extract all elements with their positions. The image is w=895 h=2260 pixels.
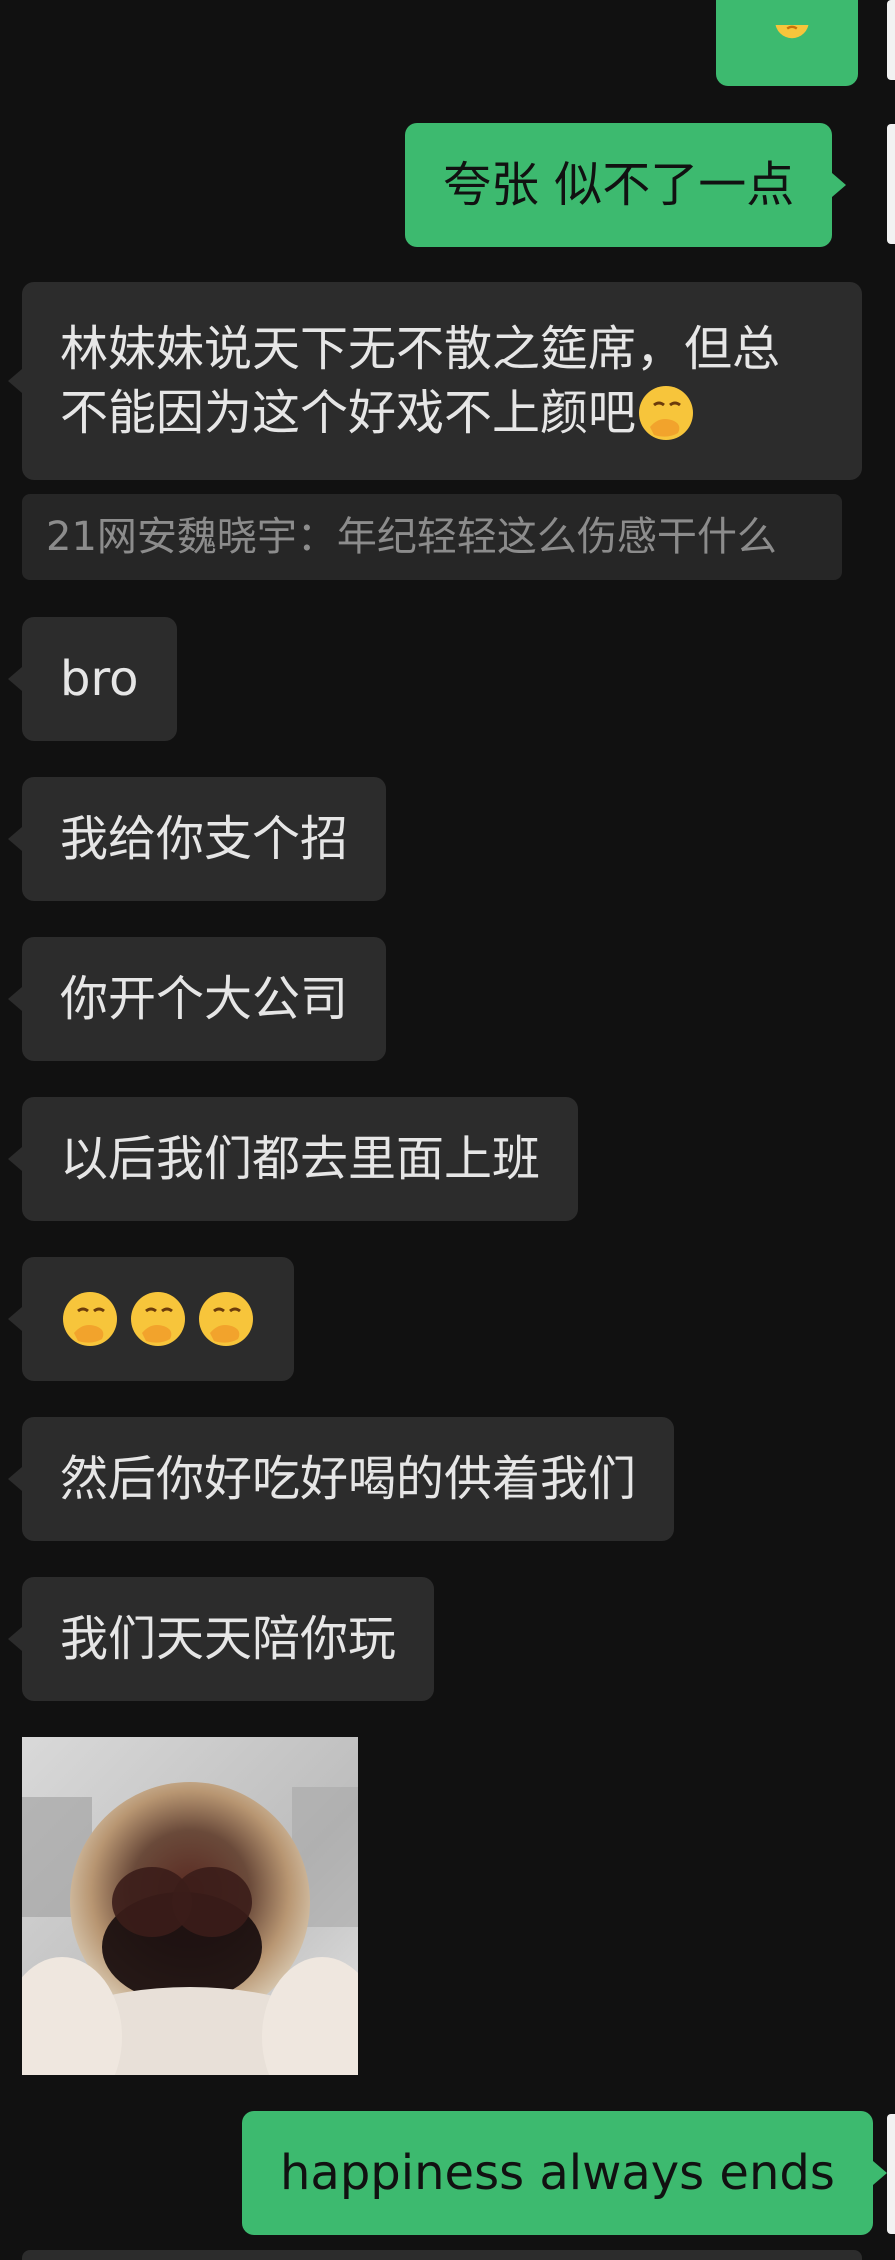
chat-window: 夸张 似不了一点 林妹妹说天下无不散之筵席，但总 不能因为这个好戏不上颜吧 21… bbox=[0, 0, 895, 2260]
message-incoming[interactable]: 然后你好吃好喝的供着我们 bbox=[8, 1417, 675, 1541]
bubble-tail bbox=[8, 667, 22, 691]
bubble-tail bbox=[8, 1467, 22, 1491]
face-with-hand-over-mouth-emoji-icon bbox=[63, 1292, 117, 1346]
monkey-sticker-image bbox=[22, 1737, 358, 2075]
bubble-tail bbox=[832, 173, 847, 197]
message-incoming[interactable]: 你开个大公司 bbox=[8, 937, 387, 1061]
message-incoming-emojis[interactable] bbox=[8, 1257, 294, 1381]
message-text: happiness always ends bbox=[280, 2145, 835, 2201]
message-incoming[interactable]: bro bbox=[8, 617, 177, 741]
message-text-line-2: 不能因为这个好戏不上颜吧 bbox=[60, 385, 637, 441]
message-partial-bottom bbox=[22, 2250, 862, 2260]
bubble-tail bbox=[8, 1147, 22, 1171]
message-text: 以后我们都去里面上班 bbox=[60, 1131, 541, 1187]
face-with-hand-over-mouth-emoji-icon bbox=[131, 1292, 185, 1346]
bubble-tail bbox=[8, 1307, 22, 1331]
bubble-tail bbox=[8, 987, 22, 1011]
bubble-tail bbox=[8, 369, 22, 393]
avatar-edge[interactable] bbox=[887, 124, 895, 244]
message-incoming[interactable]: 我给你支个招 bbox=[8, 777, 387, 901]
sticker-image[interactable] bbox=[22, 1737, 358, 2075]
quoted-message[interactable]: 21网安魏晓宇：年纪轻轻这么伤感干什么 bbox=[22, 494, 842, 580]
message-text: 我们天天陪你玩 bbox=[60, 1611, 397, 1667]
message-partial-top[interactable] bbox=[716, 0, 858, 86]
message-incoming[interactable]: 林妹妹说天下无不散之筵席，但总 不能因为这个好戏不上颜吧 bbox=[8, 282, 862, 480]
message-text: 夸张 似不了一点 bbox=[443, 157, 795, 213]
message-text: bro bbox=[60, 651, 139, 707]
bubble-tail bbox=[8, 1627, 22, 1651]
message-text: 然后你好吃好喝的供着我们 bbox=[60, 1451, 637, 1507]
avatar-edge[interactable] bbox=[887, 2114, 895, 2234]
avatar-edge[interactable] bbox=[887, 0, 895, 80]
message-incoming[interactable]: 我们天天陪你玩 bbox=[8, 1577, 435, 1701]
message-text-line-1: 林妹妹说天下无不散之筵席，但总 bbox=[60, 321, 781, 377]
message-text-line-2-row: 不能因为这个好戏不上颜吧 bbox=[60, 381, 696, 445]
emoji-icon bbox=[775, 25, 809, 39]
face-with-hand-over-mouth-emoji-icon bbox=[199, 1292, 253, 1346]
face-with-hand-over-mouth-emoji-icon bbox=[639, 386, 694, 440]
message-incoming[interactable]: 以后我们都去里面上班 bbox=[8, 1097, 579, 1221]
message-outgoing[interactable]: happiness always ends bbox=[242, 2111, 887, 2235]
message-outgoing[interactable]: 夸张 似不了一点 bbox=[405, 123, 847, 247]
bubble-tail bbox=[872, 2161, 887, 2185]
message-text: 我给你支个招 bbox=[60, 811, 349, 867]
bubble-tail bbox=[8, 827, 22, 851]
message-text: 你开个大公司 bbox=[60, 971, 349, 1027]
